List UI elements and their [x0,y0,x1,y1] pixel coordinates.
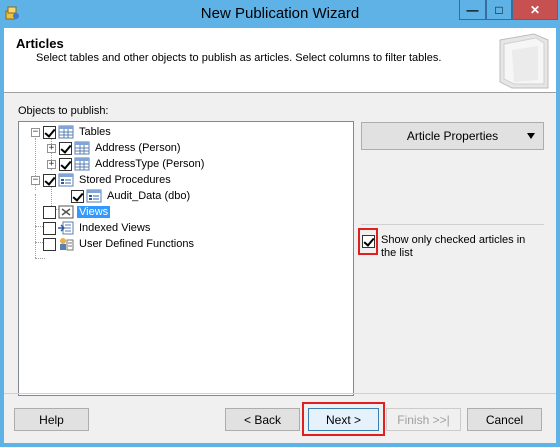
help-button[interactable]: Help [14,408,89,431]
page-header: Articles Select tables and other objects… [4,28,556,93]
tree-node-indexed-views[interactable]: Indexed Views [31,220,152,236]
user-defined-functions-checkbox[interactable] [43,237,56,251]
indexed-view-icon [58,221,74,235]
indexed-views-checkbox[interactable] [43,221,56,235]
objects-tree[interactable]: − Tables + Address (Person) + AddressTyp… [18,121,354,396]
article-properties-button[interactable]: Article Properties [361,122,544,150]
footer-divider [4,393,556,394]
tree-node-audit-data[interactable]: Audit_Data (dbo) [59,188,192,204]
tree-node-label: Tables [79,126,111,138]
show-checked-checkbox[interactable] [362,235,375,248]
cancel-button[interactable]: Cancel [467,408,542,431]
view-icon [58,205,74,219]
expand-toggle[interactable]: + [47,159,56,169]
highlight-box [358,228,378,255]
tree-node-views[interactable]: Views [31,204,111,220]
page-title: Articles [16,36,64,51]
article-properties-label: Article Properties [406,129,499,143]
tree-node-tables[interactable]: − Tables [31,124,113,140]
minimize-button[interactable]: — [459,0,486,20]
tree-node-label: Audit_Data (dbo) [107,190,191,202]
page-subtitle: Select tables and other objects to publi… [36,52,442,64]
objects-to-publish-label: Objects to publish: [18,105,109,117]
finish-button[interactable]: Finish >>| [386,408,461,431]
stored-procedure-icon [58,173,74,187]
address-checkbox[interactable] [59,141,72,155]
tree-node-label: Indexed Views [79,222,151,234]
tree-node-addresstype[interactable]: + AddressType (Person) [47,156,206,172]
divider [361,224,544,225]
views-checkbox[interactable] [43,205,56,219]
tree-node-user-defined-functions[interactable]: User Defined Functions [31,236,196,252]
wizard-window: New Publication Wizard — □ ✕ Articles Se… [0,0,560,447]
tree-node-address[interactable]: + Address (Person) [47,140,183,156]
tree-node-label: User Defined Functions [79,238,194,250]
wizard-banner-icon [499,33,549,89]
tree-node-label: AddressType (Person) [95,158,205,170]
tables-checkbox[interactable] [43,125,56,139]
close-button[interactable]: ✕ [512,0,558,20]
table-icon [58,125,74,139]
wizard-body: Articles Select tables and other objects… [4,28,556,443]
tree-node-label: Address (Person) [95,142,181,154]
title-bar[interactable]: New Publication Wizard — □ ✕ [0,0,560,28]
audit-data-checkbox[interactable] [71,189,84,203]
stored-procedure-icon [86,189,102,203]
expand-toggle[interactable]: + [47,143,56,153]
table-icon [74,141,90,155]
tree-node-label: Stored Procedures [79,174,171,186]
show-checked-label: Show only checked articles in the list [381,234,526,259]
highlight-box: Next > [302,402,385,436]
next-button[interactable]: Next > [308,408,379,431]
maximize-button[interactable]: □ [486,0,512,20]
dropdown-arrow-icon [527,133,535,139]
back-button[interactable]: < Back [225,408,300,431]
tree-node-stored-procedures[interactable]: − Stored Procedures [31,172,173,188]
collapse-toggle[interactable]: − [31,175,40,185]
tree-node-label: Views [77,206,111,218]
table-icon [74,157,90,171]
function-icon [60,238,74,251]
stored-procedures-checkbox[interactable] [43,173,56,187]
collapse-toggle[interactable]: − [31,127,40,137]
addresstype-checkbox[interactable] [59,157,72,171]
